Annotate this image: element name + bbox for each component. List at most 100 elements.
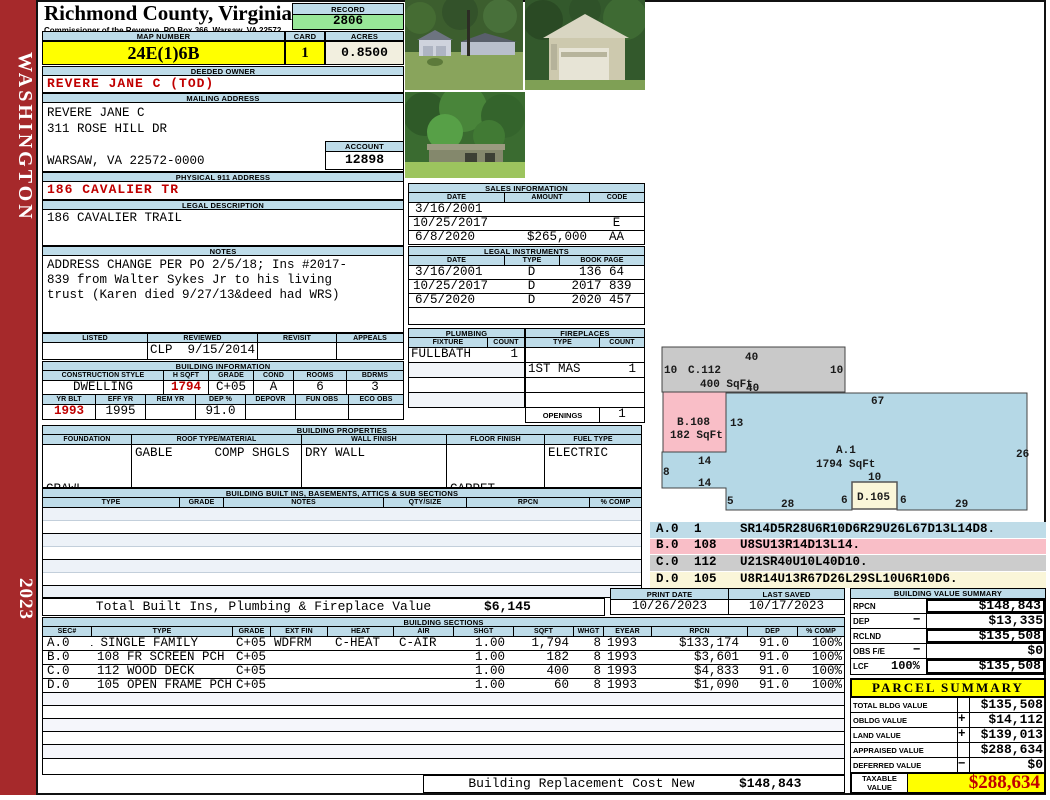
last-saved-value: 10/17/2023	[728, 600, 844, 614]
sales-header-row: DATE AMOUNT CODE	[408, 193, 645, 203]
remyr-value	[145, 405, 195, 419]
vs-label: RPCN	[853, 601, 876, 611]
ps-label: APPRAISED VALUE	[853, 745, 924, 755]
sketch-area-d-id: D.105	[857, 492, 890, 504]
legal-description-value: 186 CAVALIER TRAIL	[42, 210, 404, 246]
built-in-grade-label: GRADE	[179, 498, 223, 507]
vs-op	[913, 599, 926, 613]
building-section-row: B.0 108 FR SCREEN PCH C+05 1.00 182 8 19…	[42, 651, 845, 665]
bs-whgt: 8	[593, 651, 601, 664]
instrument-bookpage: 136 64	[578, 266, 624, 279]
fireplace-row-empty	[525, 348, 645, 363]
foundation-line-1: CRAWL	[43, 481, 131, 487]
fireplace-count-label: COUNT	[599, 338, 644, 347]
value-summary-row: OBS F/E − $0	[850, 643, 1046, 659]
ps-label: TOTAL BLDG VALUE	[853, 700, 928, 710]
cond-value: A	[253, 381, 293, 394]
bs-rpcn: $3,601	[693, 651, 739, 664]
dim-label: 6	[841, 495, 848, 507]
notes-label: NOTES	[42, 246, 404, 256]
dim-label: 10	[830, 365, 843, 377]
building-sections-empty-rows	[42, 693, 845, 775]
roof-value: GABLE COMP SHGLS	[131, 445, 301, 487]
bs-grade: C+05	[235, 637, 266, 650]
bs-whgt: 8	[593, 665, 601, 678]
bs-eyear: 1993	[607, 679, 638, 692]
bs-dep: 91.0	[758, 679, 789, 692]
ps-label: OBLDG VALUE	[853, 715, 908, 725]
instrument-date: 6/5/2020	[415, 294, 476, 307]
sketch-area-c-id: C.112	[688, 365, 721, 377]
deeded-owner-value: REVERE JANE C (TOD)	[42, 76, 404, 93]
instrument-row: 3/16/2001 D 136 64	[408, 266, 645, 280]
sale-code	[589, 203, 644, 216]
vs-value: $135,508	[926, 628, 1045, 643]
vs-op: −	[913, 613, 921, 627]
bs-dep: 91.0	[758, 665, 789, 678]
ps-value: $288,634	[969, 742, 1045, 757]
code-num: 105	[694, 571, 717, 586]
building-section-row: A.0 1 SINGLE FAMILY C+05 WDFRM C-HEAT C-…	[42, 637, 845, 651]
building-section-row: C.0 112 WOOD DECK C+05 1.00 400 8 1993 $…	[42, 665, 845, 679]
bs-shgt: 1.00	[474, 637, 505, 650]
plumbing-row-empty	[408, 363, 525, 378]
dim-label: 13	[730, 418, 744, 430]
vs-pct: 100%	[891, 658, 920, 673]
floor-finish-line-1: CARPET	[447, 481, 544, 487]
bs-sec: D.0	[47, 679, 70, 692]
dim-label: 10	[868, 472, 881, 484]
property-photo-3	[403, 84, 525, 178]
bs-type: 1 SINGLE FAMILY	[91, 637, 198, 650]
review-header-row: LISTED REVIEWED REVISIT APPEALS	[42, 333, 404, 343]
bs-heat: C-HEAT	[335, 637, 381, 650]
value-summary-row: DEP − $13,335	[850, 613, 1046, 629]
bs-type: 105 OPEN FRAME PCH	[97, 679, 232, 692]
record-value: 2806	[292, 14, 404, 30]
parcel-summary: PARCEL SUMMARY TOTAL BLDG VALUE $135,508…	[850, 678, 1046, 794]
mailing-address-label: MAILING ADDRESS	[42, 93, 404, 103]
parcel-summary-row: TOTAL BLDG VALUE $135,508	[850, 697, 1046, 713]
building-properties-value-row: CRAWL CONCRETE GABLE COMP SHGLS DRY WALL…	[42, 445, 642, 488]
revisit-value	[257, 343, 336, 359]
fireplaces-label: FIREPLACES	[525, 328, 645, 338]
hsqft-label: H SQFT	[163, 371, 208, 380]
district-sidebar: WASHINGTON 2023	[0, 0, 36, 795]
sketch-area-a-id: A.1	[836, 445, 856, 457]
building-properties-label: BUILDING PROPERTIES	[42, 425, 642, 435]
total-built-ins-row: Total Built Ins, Plumbing & Fireplace Va…	[42, 598, 605, 616]
whgt-label: WHGT	[573, 627, 603, 636]
ps-value: $0	[969, 757, 1045, 772]
rooms-label: ROOMS	[293, 371, 346, 380]
bs-dep: 91.0	[758, 651, 789, 664]
appeals-label: APPEALS	[336, 334, 403, 342]
bs-comp: 100%	[811, 665, 842, 678]
wall-finish-label: WALL FINISH	[301, 435, 446, 444]
instrument-type: D	[527, 294, 536, 307]
notes-line-1: ADDRESS CHANGE PER PO 2/5/18; Ins #2017-	[47, 258, 348, 272]
print-info-value-row: 10/26/2023 10/17/2023	[610, 600, 845, 615]
sale-amount	[504, 203, 589, 216]
fixture-count-label: COUNT	[487, 338, 524, 347]
building-section-row: D.0 105 OPEN FRAME PCH C+05 1.00 60 8 19…	[42, 679, 845, 693]
district-label: WASHINGTON	[14, 52, 36, 222]
sales-date-label: DATE	[447, 194, 466, 201]
built-in-qty-label: QTY/SIZE	[383, 498, 466, 507]
dim-label: 26	[1016, 449, 1029, 461]
hsqft-value: 1794	[163, 381, 208, 394]
built-in-comp-label: % COMP	[589, 498, 641, 507]
account-value: 12898	[325, 152, 404, 170]
bs-sec: B.0	[47, 651, 70, 664]
effyr-value: 1995	[95, 405, 145, 419]
vs-label: RCLND	[853, 631, 881, 641]
value-summary-row: LCF 100% $135,508	[850, 659, 1046, 675]
built-in-rpcn-label: RPCN	[466, 498, 589, 507]
listed-label: LISTED	[82, 334, 108, 342]
instrument-row: 6/5/2020 D 2020 457	[408, 294, 645, 308]
bdrms-label: BDRMS	[346, 371, 403, 380]
roof-type-value: GABLE	[135, 446, 173, 460]
fireplace-row-empty	[525, 378, 645, 393]
dim-label: 14	[698, 478, 712, 490]
fireplace-row-empty	[525, 393, 645, 408]
plumbing-row-empty	[408, 378, 525, 393]
taxable-value: $288,634	[908, 772, 1044, 793]
